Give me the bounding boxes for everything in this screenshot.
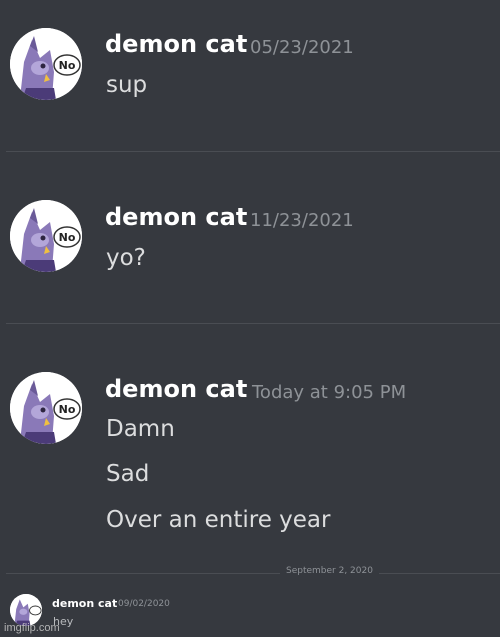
demon-cat-avatar-icon[interactable]: No — [10, 200, 82, 272]
username[interactable]: demon cat — [105, 30, 247, 58]
svg-text:No: No — [59, 231, 76, 244]
demon-cat-avatar-icon[interactable]: No — [10, 28, 82, 100]
message-text: Sad — [106, 461, 150, 487]
message-divider — [6, 151, 500, 152]
date-divider — [6, 573, 500, 574]
demon-cat-avatar-icon[interactable]: No — [10, 372, 82, 444]
date-divider-label: September 2, 2020 — [280, 566, 379, 576]
message-text: sup — [106, 72, 148, 98]
timestamp: 05/23/2021 — [250, 37, 354, 58]
username[interactable]: demon cat — [52, 597, 117, 610]
message-text: Damn — [106, 416, 175, 442]
username[interactable]: demon cat — [105, 203, 247, 231]
username[interactable]: demon cat — [105, 375, 247, 403]
svg-text:No: No — [59, 59, 76, 72]
message-text: Over an entire year — [106, 507, 331, 533]
timestamp: 11/23/2021 — [250, 210, 354, 231]
watermark: imgflip.com — [4, 622, 60, 634]
message-divider — [6, 323, 500, 324]
timestamp: 09/02/2020 — [118, 599, 170, 609]
timestamp: Today at 9:05 PM — [252, 382, 407, 403]
message-text: yo? — [106, 245, 146, 271]
svg-text:No: No — [59, 403, 76, 416]
